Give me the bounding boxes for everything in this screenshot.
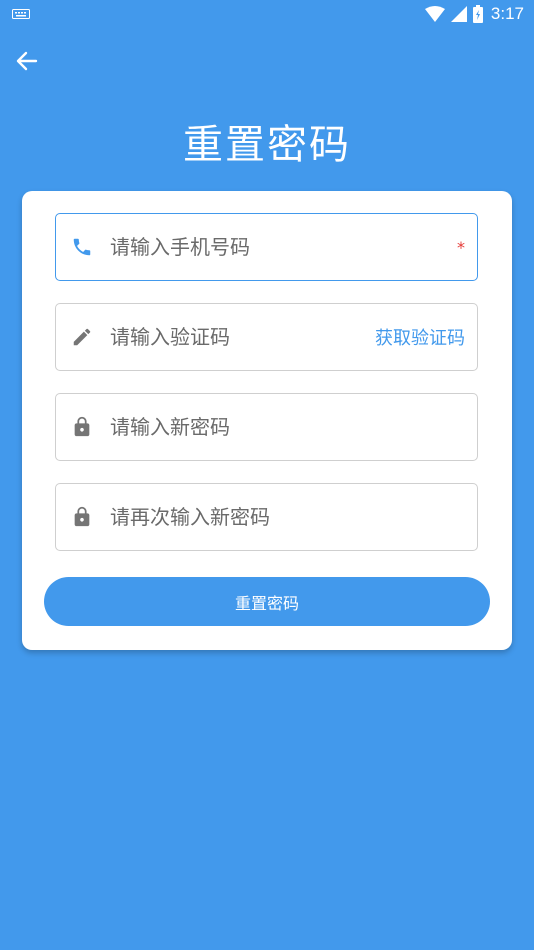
status-icons: 3:17 xyxy=(424,4,524,24)
lock-icon xyxy=(70,415,94,439)
wifi-icon xyxy=(424,6,445,22)
lock-icon xyxy=(70,505,94,529)
arrow-left-icon xyxy=(16,51,38,71)
new-password-input[interactable] xyxy=(110,394,477,460)
reset-password-button[interactable]: 重置密码 xyxy=(44,577,490,626)
confirm-password-field[interactable] xyxy=(55,483,478,551)
screen: 3:17 重置密码 * 获取验证码 xyxy=(0,0,534,950)
phone-icon xyxy=(70,235,94,259)
back-button[interactable] xyxy=(12,46,42,76)
pencil-icon xyxy=(70,325,94,349)
status-bar: 3:17 xyxy=(0,0,534,28)
phone-input[interactable] xyxy=(110,214,457,280)
verification-code-field[interactable]: 获取验证码 xyxy=(55,303,478,371)
new-password-field[interactable] xyxy=(55,393,478,461)
get-code-button[interactable]: 获取验证码 xyxy=(375,324,465,350)
battery-icon xyxy=(472,5,483,23)
page-title: 重置密码 xyxy=(183,122,351,168)
confirm-password-input[interactable] xyxy=(110,484,477,550)
signal-icon xyxy=(450,6,467,22)
required-mark: * xyxy=(457,237,465,257)
phone-field[interactable]: * xyxy=(55,213,478,281)
verification-code-input[interactable] xyxy=(110,304,375,370)
keyboard-icon xyxy=(12,9,30,19)
status-time: 3:17 xyxy=(490,4,524,23)
reset-password-card: * 获取验证码 xyxy=(22,191,512,650)
